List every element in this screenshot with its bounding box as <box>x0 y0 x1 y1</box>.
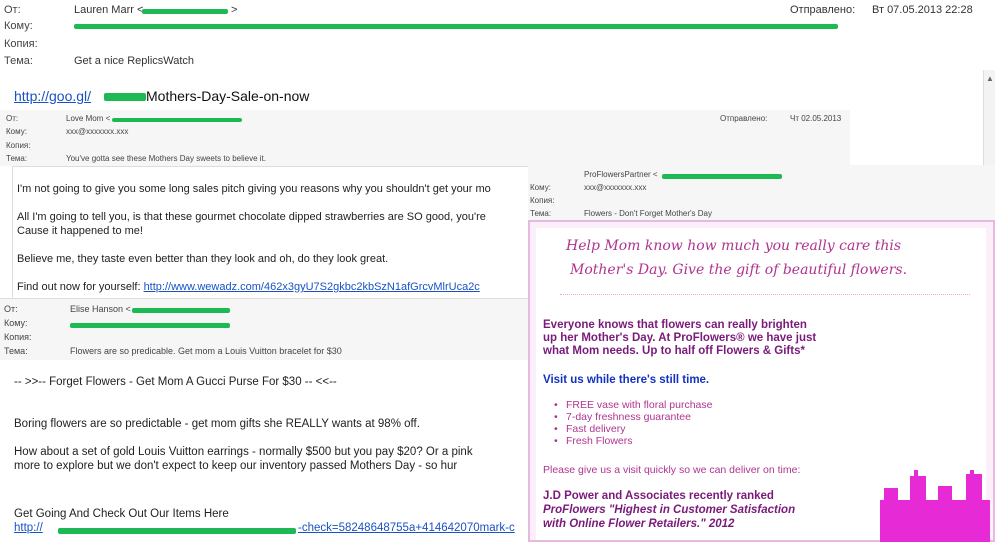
subject-label: Тема: <box>530 209 552 218</box>
jd-power-line-3: with Online Flower Retailers." 2012 <box>543 518 735 530</box>
paragraph: Boring flowers are so predictable - get … <box>14 418 420 430</box>
bullet-item: Fast delivery <box>554 423 625 435</box>
proflowers-header: ProFlowersPartner < Кому: xxx@xxxxxxx.xx… <box>528 165 995 220</box>
paragraph: All I'm going to tell you, is that these… <box>17 211 486 223</box>
jd-power-line-1: J.D Power and Associates recently ranked <box>543 490 774 502</box>
call-to-action: Get Going And Check Out Our Items Here <box>14 508 229 520</box>
from-value[interactable]: Lauren Marr < <box>74 4 143 16</box>
from-label: От: <box>4 4 21 16</box>
to-label: Кому: <box>4 318 28 328</box>
cc-label: Копия: <box>4 332 32 342</box>
redaction-bar <box>662 174 782 179</box>
subject-label: Тема: <box>4 55 33 67</box>
headline: -- >>-- Forget Flowers - Get Mom A Gucci… <box>14 376 337 388</box>
love-mom-header: От: Love Mom < Отправлено: Чт 02.05.2013… <box>0 110 850 166</box>
recipients-redaction <box>70 323 230 328</box>
paragraph: Cause it happened to me! <box>17 225 143 237</box>
subject-value: Get a nice ReplicsWatch <box>74 55 195 67</box>
bullet-item: FREE vase with floral purchase <box>554 399 713 411</box>
jd-power-line-2: ProFlowers "Highest in Customer Satisfac… <box>543 504 796 516</box>
recipients-redaction[interactable] <box>74 24 838 29</box>
from-label: От: <box>4 304 18 314</box>
love-mom-body: I'm not going to give you some long sale… <box>12 166 534 300</box>
subject-value: You've gotta see these Mothers Day sweet… <box>66 154 267 163</box>
cc-label: Копия: <box>6 141 31 150</box>
gucci-body: -- >>-- Forget Flowers - Get Mom A Gucci… <box>0 360 528 542</box>
spam-link-suffix[interactable]: -check=58248648755a+414642070mark-c <box>298 522 515 534</box>
paragraph: Find out now for yourself: http://www.we… <box>17 281 480 293</box>
cc-label: Копия: <box>530 196 555 205</box>
please-visit-text: Please give us a visit quickly so we can… <box>543 464 801 476</box>
paragraph: Believe me, they taste even better than … <box>17 253 389 265</box>
pixel-castle-graphic <box>880 470 990 542</box>
subject-label: Тема: <box>6 154 28 163</box>
spam-link[interactable]: http://www.wewadz.com/462x3gyU7S2gkbc2kb… <box>144 281 480 293</box>
paragraph: I'm not going to give you some long sale… <box>17 183 491 195</box>
main-link[interactable]: http://goo.gl/ <box>14 88 91 104</box>
subject-value: Flowers - Don't Forget Mother's Day <box>584 209 712 218</box>
redaction-bar <box>132 308 230 313</box>
bullet-item: Fresh Flowers <box>554 435 632 447</box>
main-link-tail: Mothers-Day-Sale-on-now <box>146 88 310 104</box>
headline-line-1: Help Mom know how much you really care t… <box>566 238 902 254</box>
subject-label: Тема: <box>4 346 28 356</box>
intro-line-2: up her Mother's Day. At ProFlowers® we h… <box>543 332 817 344</box>
headline-line-2: Mother's Day. Give the gift of beautiful… <box>570 262 908 278</box>
sent-value: Чт 02.05.2013 <box>790 114 842 123</box>
cc-label: Копия: <box>4 38 38 50</box>
bullet-item: 7-day freshness guarantee <box>554 411 691 423</box>
from-value-end: > <box>231 4 238 16</box>
sent-label: Отправлено: <box>790 4 856 16</box>
subject-value: Flowers are so predicable. Get mom a Lou… <box>70 346 342 356</box>
to-value: xxx@xxxxxxx.xxx <box>66 127 129 136</box>
from-label: От: <box>6 114 19 123</box>
to-label: Кому: <box>530 183 551 192</box>
divider <box>560 294 970 295</box>
from-value: Love Mom < <box>66 114 111 123</box>
to-label: Кому: <box>6 127 27 136</box>
visit-link[interactable]: Visit us while there's still time. <box>543 374 709 386</box>
link-redaction <box>104 93 146 101</box>
to-label: Кому: <box>4 20 33 32</box>
spam-link-prefix[interactable]: http:// <box>14 522 43 534</box>
sent-value: Вт 07.05.2013 22:28 <box>872 4 973 16</box>
message-header: От: Lauren Marr < > Кому: Копия: Тема: G… <box>0 0 995 71</box>
to-value: xxx@xxxxxxx.xxx <box>584 183 647 192</box>
scroll-up-icon[interactable]: ▲ <box>986 74 994 83</box>
intro-line-3: what Mom needs. Up to half off Flowers &… <box>543 345 805 357</box>
link-redaction <box>58 528 296 534</box>
intro-line-1: Everyone knows that flowers can really b… <box>543 319 807 331</box>
from-value: ProFlowersPartner < <box>584 170 658 179</box>
link-prefix: Find out now for yourself: <box>17 281 144 293</box>
redaction-bar <box>142 9 228 14</box>
redaction-bar <box>112 118 242 122</box>
gucci-header: От: Elise Hanson < Кому: Копия: Тема: Fl… <box>0 298 528 361</box>
from-value: Elise Hanson < <box>70 304 131 314</box>
paragraph: more to explore but we don't expect to k… <box>14 460 458 472</box>
sent-label: Отправлено: <box>720 114 768 123</box>
paragraph: How about a set of gold Louis Vuitton ea… <box>14 446 473 458</box>
